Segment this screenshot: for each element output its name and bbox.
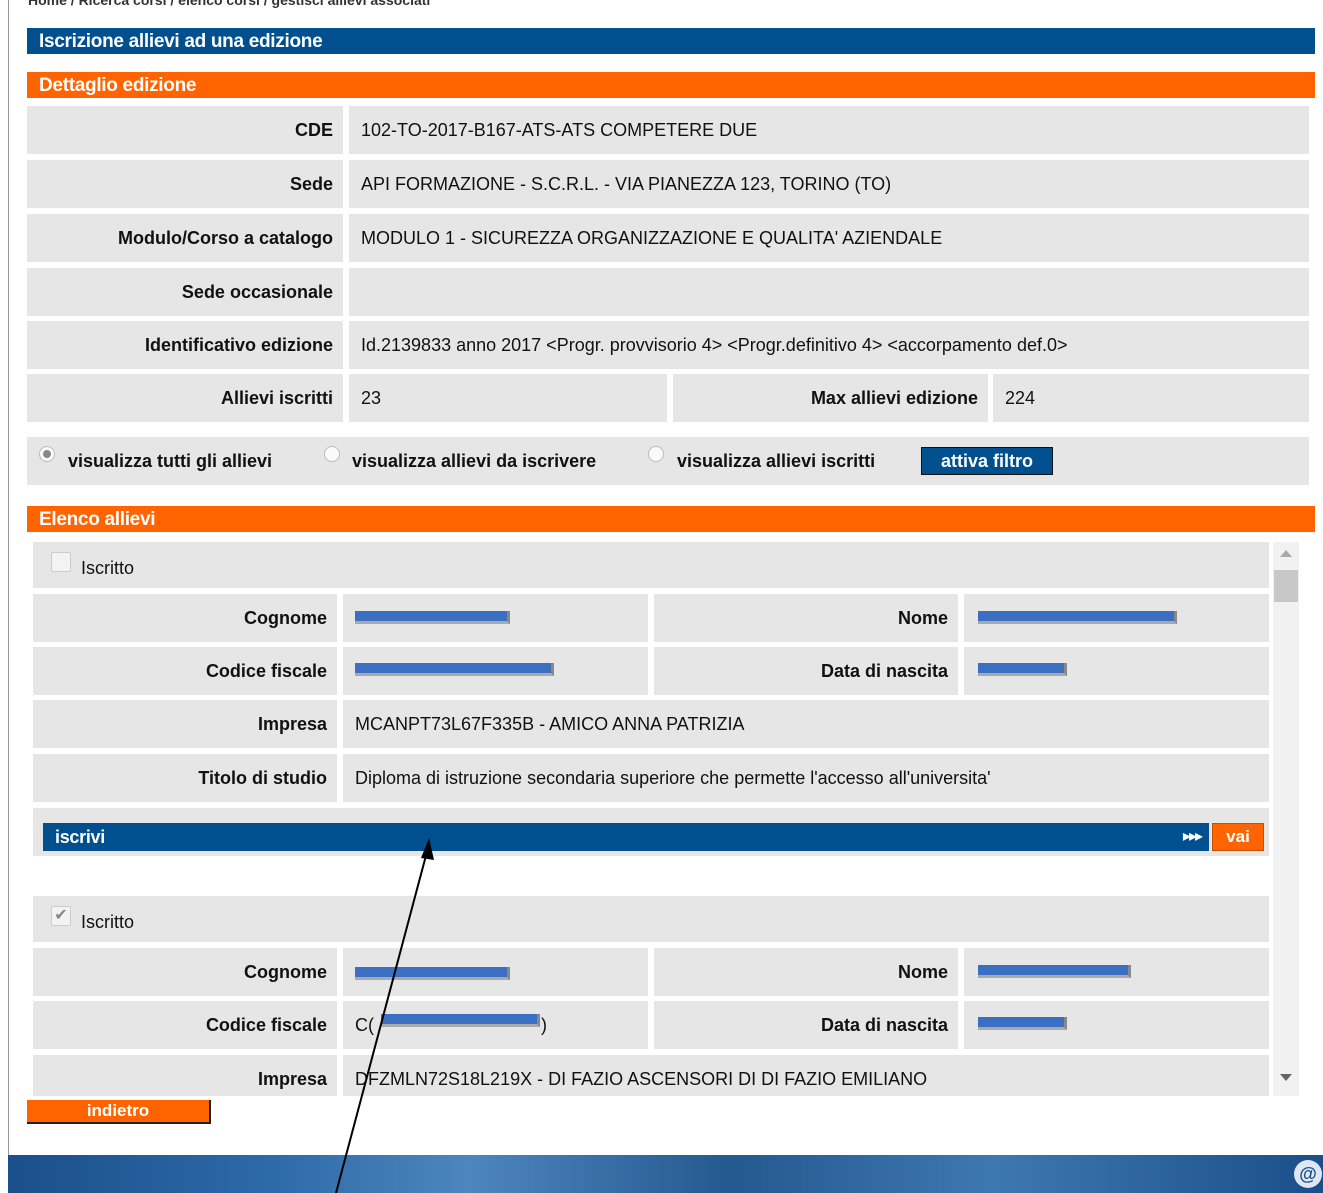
annotation-arrow xyxy=(335,838,434,1193)
